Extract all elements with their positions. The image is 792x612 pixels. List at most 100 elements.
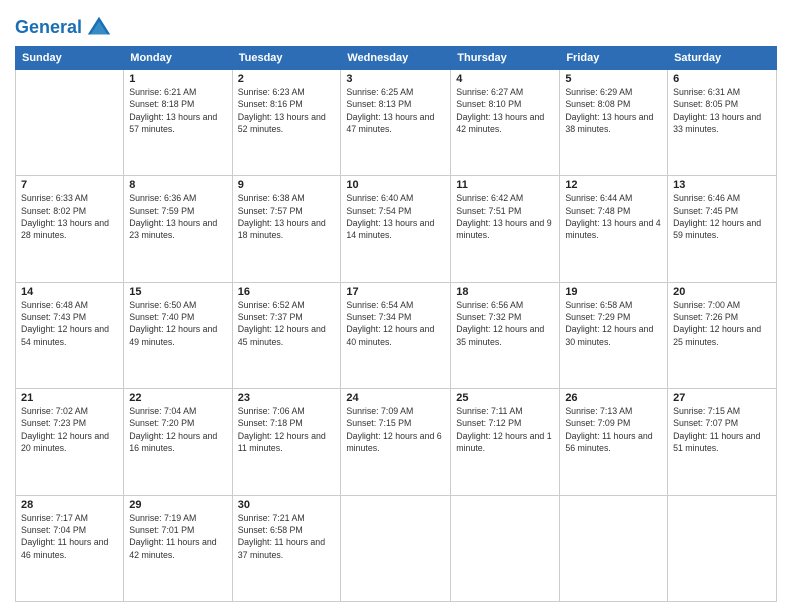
day-info: Sunrise: 6:33 AMSunset: 8:02 PMDaylight:… xyxy=(21,192,118,241)
weekday-header-row: SundayMondayTuesdayWednesdayThursdayFrid… xyxy=(16,47,777,70)
day-cell: 24Sunrise: 7:09 AMSunset: 7:15 PMDayligh… xyxy=(341,389,451,495)
day-cell: 22Sunrise: 7:04 AMSunset: 7:20 PMDayligh… xyxy=(124,389,232,495)
day-number: 11 xyxy=(456,179,554,191)
weekday-monday: Monday xyxy=(124,47,232,70)
day-number: 17 xyxy=(346,286,445,298)
day-number: 3 xyxy=(346,73,445,85)
day-number: 21 xyxy=(21,392,118,404)
day-info: Sunrise: 6:29 AMSunset: 8:08 PMDaylight:… xyxy=(565,86,662,135)
day-number: 8 xyxy=(129,179,226,191)
day-cell: 9Sunrise: 6:38 AMSunset: 7:57 PMDaylight… xyxy=(232,176,341,282)
day-cell xyxy=(451,495,560,601)
day-info: Sunrise: 6:46 AMSunset: 7:45 PMDaylight:… xyxy=(673,192,771,241)
day-cell: 7Sunrise: 6:33 AMSunset: 8:02 PMDaylight… xyxy=(16,176,124,282)
day-info: Sunrise: 7:11 AMSunset: 7:12 PMDaylight:… xyxy=(456,405,554,454)
day-info: Sunrise: 6:50 AMSunset: 7:40 PMDaylight:… xyxy=(129,299,226,348)
day-cell xyxy=(668,495,777,601)
day-number: 16 xyxy=(238,286,336,298)
day-number: 13 xyxy=(673,179,771,191)
day-info: Sunrise: 7:19 AMSunset: 7:01 PMDaylight:… xyxy=(129,512,226,561)
day-cell xyxy=(341,495,451,601)
day-cell: 30Sunrise: 7:21 AMSunset: 6:58 PMDayligh… xyxy=(232,495,341,601)
day-info: Sunrise: 7:09 AMSunset: 7:15 PMDaylight:… xyxy=(346,405,445,454)
day-cell: 11Sunrise: 6:42 AMSunset: 7:51 PMDayligh… xyxy=(451,176,560,282)
day-number: 26 xyxy=(565,392,662,404)
day-number: 23 xyxy=(238,392,336,404)
day-number: 24 xyxy=(346,392,445,404)
day-cell: 25Sunrise: 7:11 AMSunset: 7:12 PMDayligh… xyxy=(451,389,560,495)
day-cell: 1Sunrise: 6:21 AMSunset: 8:18 PMDaylight… xyxy=(124,70,232,176)
day-cell: 18Sunrise: 6:56 AMSunset: 7:32 PMDayligh… xyxy=(451,282,560,388)
logo: General xyxy=(15,14,113,38)
day-info: Sunrise: 7:15 AMSunset: 7:07 PMDaylight:… xyxy=(673,405,771,454)
day-info: Sunrise: 7:17 AMSunset: 7:04 PMDaylight:… xyxy=(21,512,118,561)
day-number: 15 xyxy=(129,286,226,298)
day-number: 4 xyxy=(456,73,554,85)
day-cell: 6Sunrise: 6:31 AMSunset: 8:05 PMDaylight… xyxy=(668,70,777,176)
weekday-friday: Friday xyxy=(560,47,668,70)
day-cell xyxy=(560,495,668,601)
day-info: Sunrise: 6:42 AMSunset: 7:51 PMDaylight:… xyxy=(456,192,554,241)
day-info: Sunrise: 7:06 AMSunset: 7:18 PMDaylight:… xyxy=(238,405,336,454)
day-cell: 29Sunrise: 7:19 AMSunset: 7:01 PMDayligh… xyxy=(124,495,232,601)
day-info: Sunrise: 7:04 AMSunset: 7:20 PMDaylight:… xyxy=(129,405,226,454)
week-row-5: 28Sunrise: 7:17 AMSunset: 7:04 PMDayligh… xyxy=(16,495,777,601)
day-info: Sunrise: 7:21 AMSunset: 6:58 PMDaylight:… xyxy=(238,512,336,561)
day-cell: 15Sunrise: 6:50 AMSunset: 7:40 PMDayligh… xyxy=(124,282,232,388)
day-cell: 13Sunrise: 6:46 AMSunset: 7:45 PMDayligh… xyxy=(668,176,777,282)
day-number: 7 xyxy=(21,179,118,191)
day-info: Sunrise: 6:40 AMSunset: 7:54 PMDaylight:… xyxy=(346,192,445,241)
calendar-table: SundayMondayTuesdayWednesdayThursdayFrid… xyxy=(15,46,777,602)
day-number: 30 xyxy=(238,499,336,511)
day-info: Sunrise: 7:02 AMSunset: 7:23 PMDaylight:… xyxy=(21,405,118,454)
day-number: 29 xyxy=(129,499,226,511)
day-number: 28 xyxy=(21,499,118,511)
day-info: Sunrise: 6:52 AMSunset: 7:37 PMDaylight:… xyxy=(238,299,336,348)
day-cell: 12Sunrise: 6:44 AMSunset: 7:48 PMDayligh… xyxy=(560,176,668,282)
weekday-wednesday: Wednesday xyxy=(341,47,451,70)
day-info: Sunrise: 6:27 AMSunset: 8:10 PMDaylight:… xyxy=(456,86,554,135)
day-info: Sunrise: 6:44 AMSunset: 7:48 PMDaylight:… xyxy=(565,192,662,241)
day-number: 12 xyxy=(565,179,662,191)
day-info: Sunrise: 6:38 AMSunset: 7:57 PMDaylight:… xyxy=(238,192,336,241)
day-info: Sunrise: 6:56 AMSunset: 7:32 PMDaylight:… xyxy=(456,299,554,348)
day-info: Sunrise: 6:36 AMSunset: 7:59 PMDaylight:… xyxy=(129,192,226,241)
day-info: Sunrise: 6:21 AMSunset: 8:18 PMDaylight:… xyxy=(129,86,226,135)
day-info: Sunrise: 7:00 AMSunset: 7:26 PMDaylight:… xyxy=(673,299,771,348)
day-info: Sunrise: 7:13 AMSunset: 7:09 PMDaylight:… xyxy=(565,405,662,454)
day-number: 6 xyxy=(673,73,771,85)
day-cell: 19Sunrise: 6:58 AMSunset: 7:29 PMDayligh… xyxy=(560,282,668,388)
week-row-2: 7Sunrise: 6:33 AMSunset: 8:02 PMDaylight… xyxy=(16,176,777,282)
day-cell: 10Sunrise: 6:40 AMSunset: 7:54 PMDayligh… xyxy=(341,176,451,282)
day-info: Sunrise: 6:23 AMSunset: 8:16 PMDaylight:… xyxy=(238,86,336,135)
day-info: Sunrise: 6:54 AMSunset: 7:34 PMDaylight:… xyxy=(346,299,445,348)
day-number: 25 xyxy=(456,392,554,404)
day-cell xyxy=(16,70,124,176)
day-info: Sunrise: 6:31 AMSunset: 8:05 PMDaylight:… xyxy=(673,86,771,135)
day-cell: 27Sunrise: 7:15 AMSunset: 7:07 PMDayligh… xyxy=(668,389,777,495)
day-cell: 5Sunrise: 6:29 AMSunset: 8:08 PMDaylight… xyxy=(560,70,668,176)
day-cell: 21Sunrise: 7:02 AMSunset: 7:23 PMDayligh… xyxy=(16,389,124,495)
day-number: 14 xyxy=(21,286,118,298)
day-info: Sunrise: 6:48 AMSunset: 7:43 PMDaylight:… xyxy=(21,299,118,348)
day-cell: 16Sunrise: 6:52 AMSunset: 7:37 PMDayligh… xyxy=(232,282,341,388)
day-cell: 17Sunrise: 6:54 AMSunset: 7:34 PMDayligh… xyxy=(341,282,451,388)
weekday-thursday: Thursday xyxy=(451,47,560,70)
day-cell: 28Sunrise: 7:17 AMSunset: 7:04 PMDayligh… xyxy=(16,495,124,601)
weekday-tuesday: Tuesday xyxy=(232,47,341,70)
weekday-sunday: Sunday xyxy=(16,47,124,70)
calendar-page: General SundayMondayTuesdayWednesdayThur… xyxy=(0,0,792,612)
logo-text: General xyxy=(15,14,113,38)
day-number: 20 xyxy=(673,286,771,298)
day-cell: 4Sunrise: 6:27 AMSunset: 8:10 PMDaylight… xyxy=(451,70,560,176)
day-number: 27 xyxy=(673,392,771,404)
day-number: 22 xyxy=(129,392,226,404)
weekday-saturday: Saturday xyxy=(668,47,777,70)
week-row-1: 1Sunrise: 6:21 AMSunset: 8:18 PMDaylight… xyxy=(16,70,777,176)
day-number: 5 xyxy=(565,73,662,85)
day-number: 2 xyxy=(238,73,336,85)
day-number: 1 xyxy=(129,73,226,85)
day-cell: 26Sunrise: 7:13 AMSunset: 7:09 PMDayligh… xyxy=(560,389,668,495)
header: General xyxy=(15,10,777,38)
day-cell: 20Sunrise: 7:00 AMSunset: 7:26 PMDayligh… xyxy=(668,282,777,388)
